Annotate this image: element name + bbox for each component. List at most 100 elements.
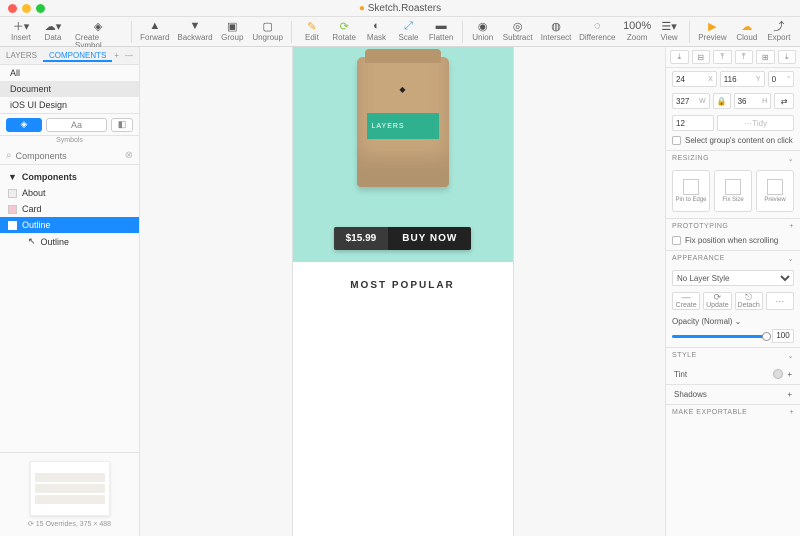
resizing-header: RESIZING — [672, 155, 709, 163]
align-left-button[interactable]: ⤓ — [670, 50, 689, 64]
components-search-input[interactable] — [12, 151, 125, 161]
edit-button[interactable]: ✎Edit — [297, 19, 327, 42]
flatten-button[interactable]: ▬Flatten — [425, 19, 456, 42]
rotation-field[interactable]: 0° — [768, 71, 794, 87]
add-prototyping-icon[interactable]: + — [789, 223, 794, 230]
align-middle-button[interactable]: ⊞ — [756, 50, 775, 64]
clear-search-icon[interactable]: ⊗ — [125, 150, 133, 161]
align-right-button[interactable]: ⤒ — [713, 50, 732, 64]
export-button[interactable]: ⤴Export — [764, 19, 794, 42]
buy-now-button[interactable]: BUY NOW — [388, 227, 471, 250]
symbols-button[interactable]: ◈ — [6, 118, 42, 132]
preview-panel: ⟳ 15 Overrides, 375 × 488 — [0, 452, 139, 536]
preview-button[interactable]: ▶Preview — [695, 19, 730, 42]
component-outline-child[interactable]: ↖Outline — [0, 233, 139, 250]
prototyping-header: PROTOTYPING — [672, 223, 728, 230]
subtract-button[interactable]: ◎Subtract — [500, 19, 536, 42]
align-bottom-button[interactable]: ⤓ — [778, 50, 797, 64]
make-exportable-header: MAKE EXPORTABLE — [672, 409, 747, 416]
canvas[interactable]: ◆ LAYERS $15.99 BUY NOW MOST POPULAR — [140, 47, 665, 536]
text-styles-button[interactable]: Aa — [46, 118, 107, 132]
component-outline-selected[interactable]: Outline — [0, 217, 139, 233]
select-group-checkbox[interactable] — [672, 136, 681, 145]
tree-header[interactable]: ▼ Components — [0, 169, 139, 185]
add-tint-icon[interactable]: + — [787, 370, 792, 379]
component-thumbnail[interactable] — [30, 461, 110, 516]
filter-ios[interactable]: iOS UI Design — [0, 97, 139, 113]
component-card[interactable]: Card — [0, 201, 139, 217]
group-button[interactable]: ▣Group — [217, 19, 247, 42]
flip-button[interactable]: ⇄ — [774, 93, 794, 109]
difference-button[interactable]: ◌Difference — [576, 19, 618, 42]
x-field[interactable]: 24X — [672, 71, 717, 87]
resize-preview-card[interactable]: Preview — [756, 170, 794, 212]
y-field[interactable]: 116Y — [720, 71, 765, 87]
zoom-control[interactable]: 100%Zoom — [622, 19, 652, 42]
tab-components[interactable]: COMPONENTS — [43, 51, 112, 62]
panel-menu-icon[interactable]: — — [125, 51, 133, 60]
collapse-icon[interactable]: ⌄ — [788, 352, 794, 360]
collapse-icon[interactable]: ⌄ — [788, 255, 794, 263]
union-button[interactable]: ◉Union — [468, 19, 498, 42]
create-symbol-button[interactable]: ◈Create Symbol — [70, 19, 126, 50]
left-panel: LAYERS COMPONENTS + — All Document iOS UI… — [0, 47, 140, 536]
align-center-h-button[interactable]: ⊟ — [692, 50, 711, 64]
shadows-row[interactable]: Shadows+ — [666, 384, 800, 404]
collapse-icon[interactable]: ⌄ — [788, 155, 794, 163]
toolbar: ＋▾Insert ☁▾Data ◈Create Symbol ▲Forward … — [0, 17, 800, 47]
style-detach-button[interactable]: ⎋Detach — [735, 292, 763, 310]
add-export-icon[interactable]: + — [789, 409, 794, 416]
backward-button[interactable]: ▼Backward — [175, 19, 216, 42]
layer-styles-button[interactable]: ◧ — [111, 118, 133, 132]
fix-position-label: Fix position when scrolling — [685, 236, 778, 245]
hero-section: ◆ LAYERS $15.99 BUY NOW — [293, 47, 513, 262]
add-shadow-icon[interactable]: + — [787, 390, 792, 399]
style-create-button[interactable]: —Create — [672, 292, 700, 310]
mask-button[interactable]: ◐Mask — [361, 19, 391, 42]
insert-button[interactable]: ＋▾Insert — [6, 19, 36, 42]
align-top-button[interactable]: ⤒ — [735, 50, 754, 64]
bag-label: LAYERS — [367, 113, 439, 139]
view-button[interactable]: ☰▾View — [654, 19, 684, 42]
cloud-button[interactable]: ☁Cloud — [732, 19, 762, 42]
opacity-slider[interactable] — [672, 335, 767, 338]
add-component-icon[interactable]: + — [114, 51, 119, 60]
opacity-value-field[interactable]: 100 — [772, 329, 794, 343]
tidy-button[interactable]: ··· Tidy — [717, 115, 794, 131]
align-controls: ⤓ ⊟ ⤒ ⤒ ⊞ ⤓ — [666, 47, 800, 68]
price-label: $15.99 — [334, 227, 389, 250]
select-group-label: Select group's content on click — [685, 136, 793, 145]
fix-size-card[interactable]: Fix Size — [714, 170, 752, 212]
transform-field[interactable]: 12 — [672, 115, 714, 131]
artboard[interactable]: ◆ LAYERS $15.99 BUY NOW MOST POPULAR — [293, 47, 513, 536]
appearance-header: APPEARANCE — [672, 255, 725, 263]
width-field[interactable]: 327W — [672, 93, 710, 109]
forward-button[interactable]: ▲Forward — [137, 19, 173, 42]
tint-row[interactable]: Tint+ — [666, 364, 800, 384]
component-about[interactable]: About — [0, 185, 139, 201]
style-update-button[interactable]: ⟳Update — [703, 292, 731, 310]
layer-style-select[interactable]: No Layer Style — [672, 270, 794, 286]
tab-layers[interactable]: LAYERS — [0, 51, 43, 60]
style-more-button[interactable]: ··· — [766, 292, 794, 310]
pin-edge-card[interactable]: Pin to Edge — [672, 170, 710, 212]
thumbnail-caption: ⟳ 15 Overrides, 375 × 488 — [8, 520, 131, 528]
filter-all[interactable]: All — [0, 65, 139, 81]
rotate-button[interactable]: ⟳Rotate — [329, 19, 360, 42]
filter-document[interactable]: Document — [0, 81, 139, 97]
window-title: ● Sketch.Roasters — [0, 3, 800, 14]
symbols-label: Symbols — [0, 136, 139, 147]
coffee-bag-image: ◆ LAYERS — [357, 57, 449, 187]
bag-logo-icon: ◆ — [399, 85, 405, 94]
data-button[interactable]: ☁▾Data — [38, 19, 68, 42]
fix-position-checkbox[interactable] — [672, 236, 681, 245]
scale-button[interactable]: ⤢Scale — [393, 19, 423, 42]
opacity-label: Opacity (Normal) ⌄ — [672, 317, 794, 326]
intersect-button[interactable]: ◍Intersect — [538, 19, 575, 42]
titlebar: ● Sketch.Roasters — [0, 0, 800, 17]
inspector-panel: ⤓ ⊟ ⤒ ⤒ ⊞ ⤓ 24X 116Y 0° 327W 🔒 36H ⇄ 12 … — [665, 47, 800, 536]
style-header: STYLE — [672, 352, 697, 360]
height-field[interactable]: 36H — [734, 93, 772, 109]
lock-aspect-button[interactable]: 🔒 — [713, 93, 731, 109]
ungroup-button[interactable]: ▢Ungroup — [249, 19, 286, 42]
